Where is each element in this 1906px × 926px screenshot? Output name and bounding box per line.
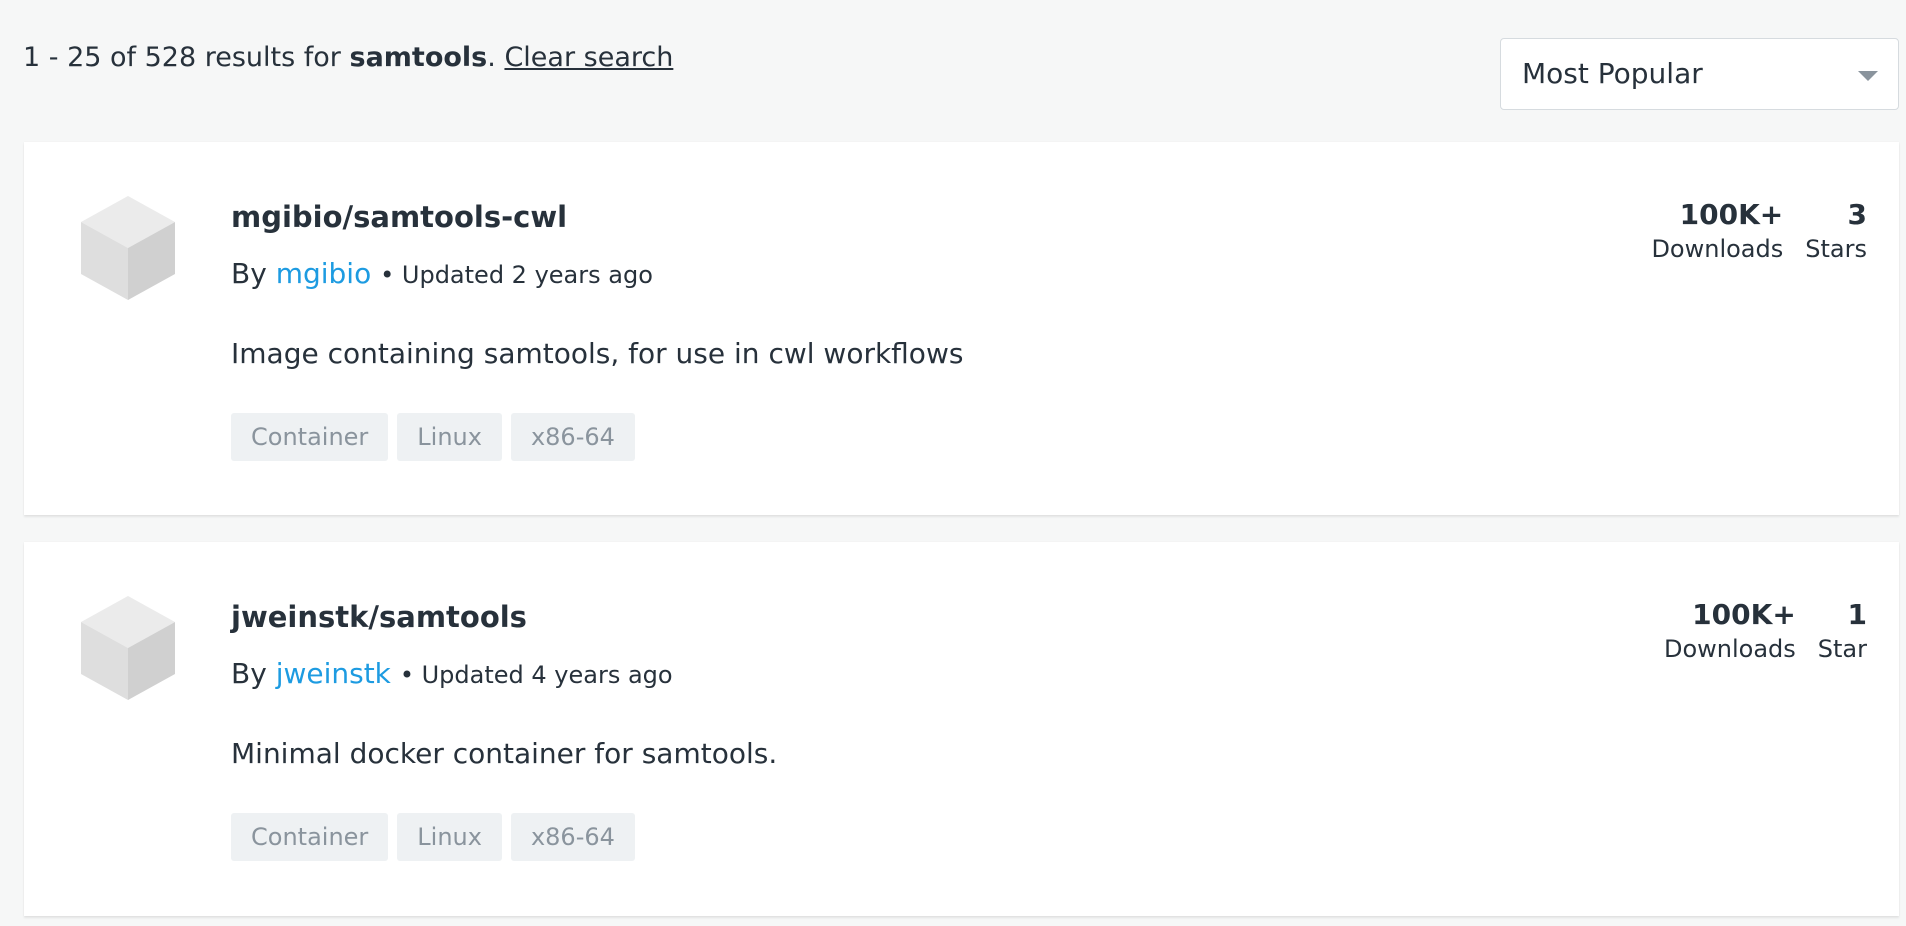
downloads-label: Downloads — [1651, 235, 1784, 263]
search-results-page: 1 - 25 of 528 results for samtools. Clea… — [0, 0, 1906, 926]
search-term: samtools — [349, 42, 488, 73]
tag-badge: Container — [231, 813, 389, 861]
downloads-label: Downloads — [1663, 635, 1796, 663]
tag-list: Container Linux x86-64 — [231, 413, 635, 461]
stars-count: 3 — [1847, 198, 1867, 231]
downloads-stat: 100K+ Downloads — [1651, 198, 1783, 266]
stars-count: 1 — [1847, 598, 1867, 631]
results-summary: 1 - 25 of 528 results for samtools. Clea… — [23, 40, 673, 76]
tag-badge: Linux — [397, 813, 502, 861]
repo-meta: By mgibio • Updated 2 years ago — [231, 255, 653, 294]
stars-stat: 1 Star — [1818, 598, 1867, 666]
by-label: By — [231, 657, 267, 690]
stars-stat: 3 Stars — [1805, 198, 1867, 266]
chevron-down-icon — [1858, 71, 1878, 81]
repo-stats: 100K+ Downloads 1 Star — [1664, 598, 1867, 666]
results-count-text: 1 - 25 of 528 results for — [23, 42, 350, 73]
stars-label: Stars — [1805, 235, 1867, 263]
tag-badge: Container — [231, 413, 389, 461]
results-period: . — [487, 42, 496, 73]
sort-dropdown[interactable]: Most Popular — [1500, 38, 1899, 110]
result-card[interactable]: jweinstk/samtools By jweinstk • Updated … — [24, 542, 1899, 916]
downloads-count: 100K+ — [1679, 198, 1784, 231]
container-cube-icon — [81, 596, 175, 700]
by-label: By — [231, 257, 267, 290]
repo-stats: 100K+ Downloads 3 Stars — [1651, 198, 1867, 266]
publisher-link[interactable]: mgibio — [276, 257, 372, 290]
container-cube-icon — [81, 196, 175, 300]
repo-description: Image containing samtools, for use in cw… — [231, 337, 964, 370]
result-card[interactable]: mgibio/samtools-cwl By mgibio • Updated … — [24, 142, 1899, 515]
updated-text: • Updated 4 years ago — [399, 661, 673, 689]
tag-badge: x86-64 — [510, 813, 635, 861]
tag-list: Container Linux x86-64 — [231, 813, 635, 861]
repo-description: Minimal docker container for samtools. — [231, 737, 778, 770]
sort-selected-value: Most Popular — [1522, 57, 1703, 90]
repo-meta: By jweinstk • Updated 4 years ago — [231, 655, 673, 694]
tag-badge: x86-64 — [510, 413, 635, 461]
downloads-stat: 100K+ Downloads — [1664, 598, 1796, 666]
downloads-count: 100K+ — [1692, 598, 1796, 631]
tag-badge: Linux — [397, 413, 502, 461]
updated-text: • Updated 2 years ago — [380, 261, 653, 289]
repo-name[interactable]: jweinstk/samtools — [231, 598, 527, 636]
clear-search-link[interactable]: Clear search — [504, 42, 673, 73]
repo-name[interactable]: mgibio/samtools-cwl — [231, 198, 567, 236]
publisher-link[interactable]: jweinstk — [276, 657, 391, 690]
stars-label: Star — [1817, 635, 1867, 663]
